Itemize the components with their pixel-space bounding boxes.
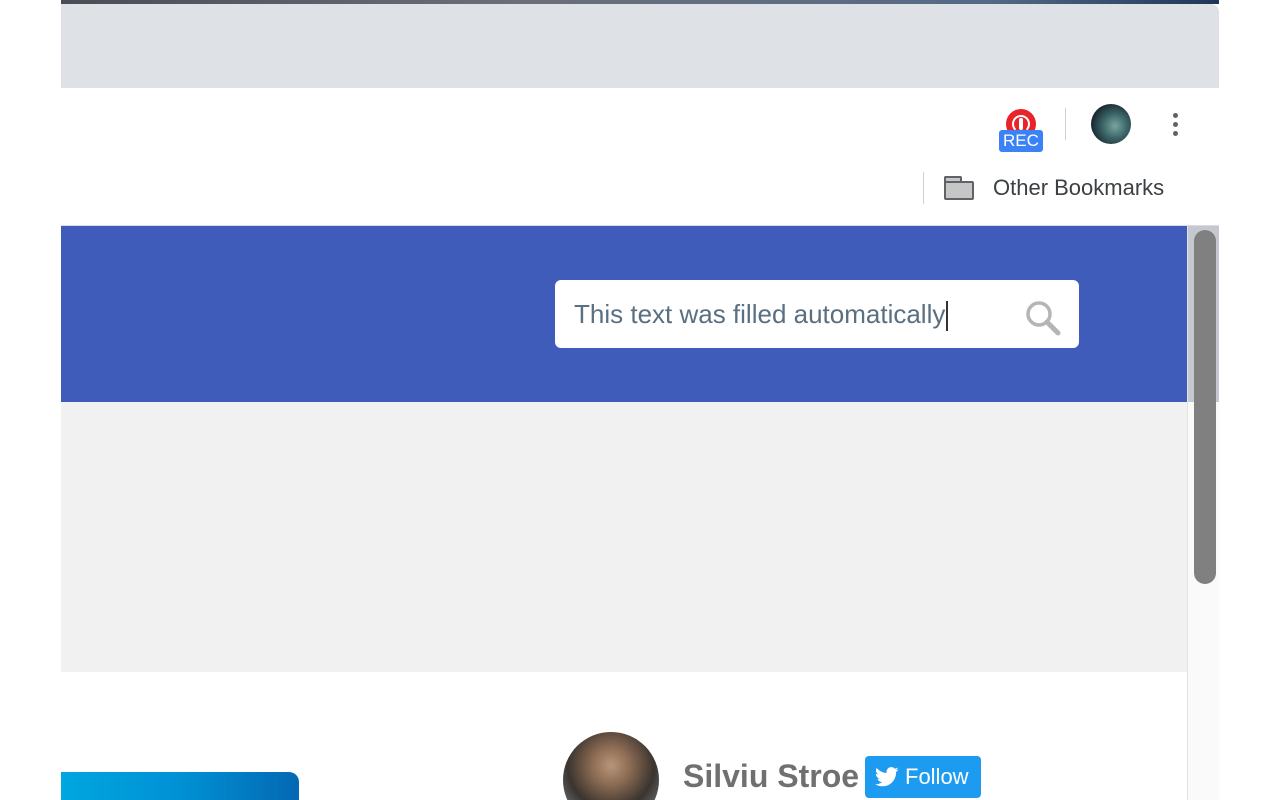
toolbar-divider: [1065, 108, 1066, 140]
profile-avatar[interactable]: [1091, 104, 1131, 144]
browser-toolbar: REC: [61, 88, 1219, 160]
search-icon[interactable]: [1023, 298, 1063, 338]
twitter-bird-icon: [875, 767, 899, 787]
screen-recorder-extension-button[interactable]: REC: [997, 108, 1045, 154]
twitter-follow-button[interactable]: Follow: [865, 756, 981, 798]
promo-card[interactable]: [61, 772, 299, 800]
scrollbar-thumb[interactable]: [1194, 230, 1216, 584]
search-input-value: This text was filled automatically: [574, 298, 949, 332]
author-name: Silviu Stroe: [683, 758, 860, 794]
search-input[interactable]: This text was filled automatically: [555, 280, 1079, 348]
folder-icon: [943, 175, 977, 201]
follow-label: Follow: [905, 764, 969, 789]
author-avatar: [563, 732, 659, 800]
bookmarks-bar: Other Bookmarks: [61, 160, 1219, 226]
page-viewport: This text was filled automatically Silvi…: [61, 226, 1219, 800]
more-menu-icon[interactable]: [1161, 108, 1189, 140]
bookmarks-divider: [923, 172, 924, 204]
rec-badge: REC: [999, 130, 1043, 152]
vertical-scrollbar[interactable]: [1187, 226, 1219, 800]
other-bookmarks-label: Other Bookmarks: [993, 175, 1165, 200]
text-caret: [946, 301, 949, 332]
tab-strip: [61, 4, 1219, 88]
other-bookmarks-button[interactable]: Other Bookmarks: [943, 172, 1164, 204]
hero-banner: This text was filled automatically: [61, 226, 1187, 402]
content-placeholder-band: [61, 402, 1187, 672]
browser-window: REC Other Bookmarks This text was filled…: [61, 0, 1219, 800]
